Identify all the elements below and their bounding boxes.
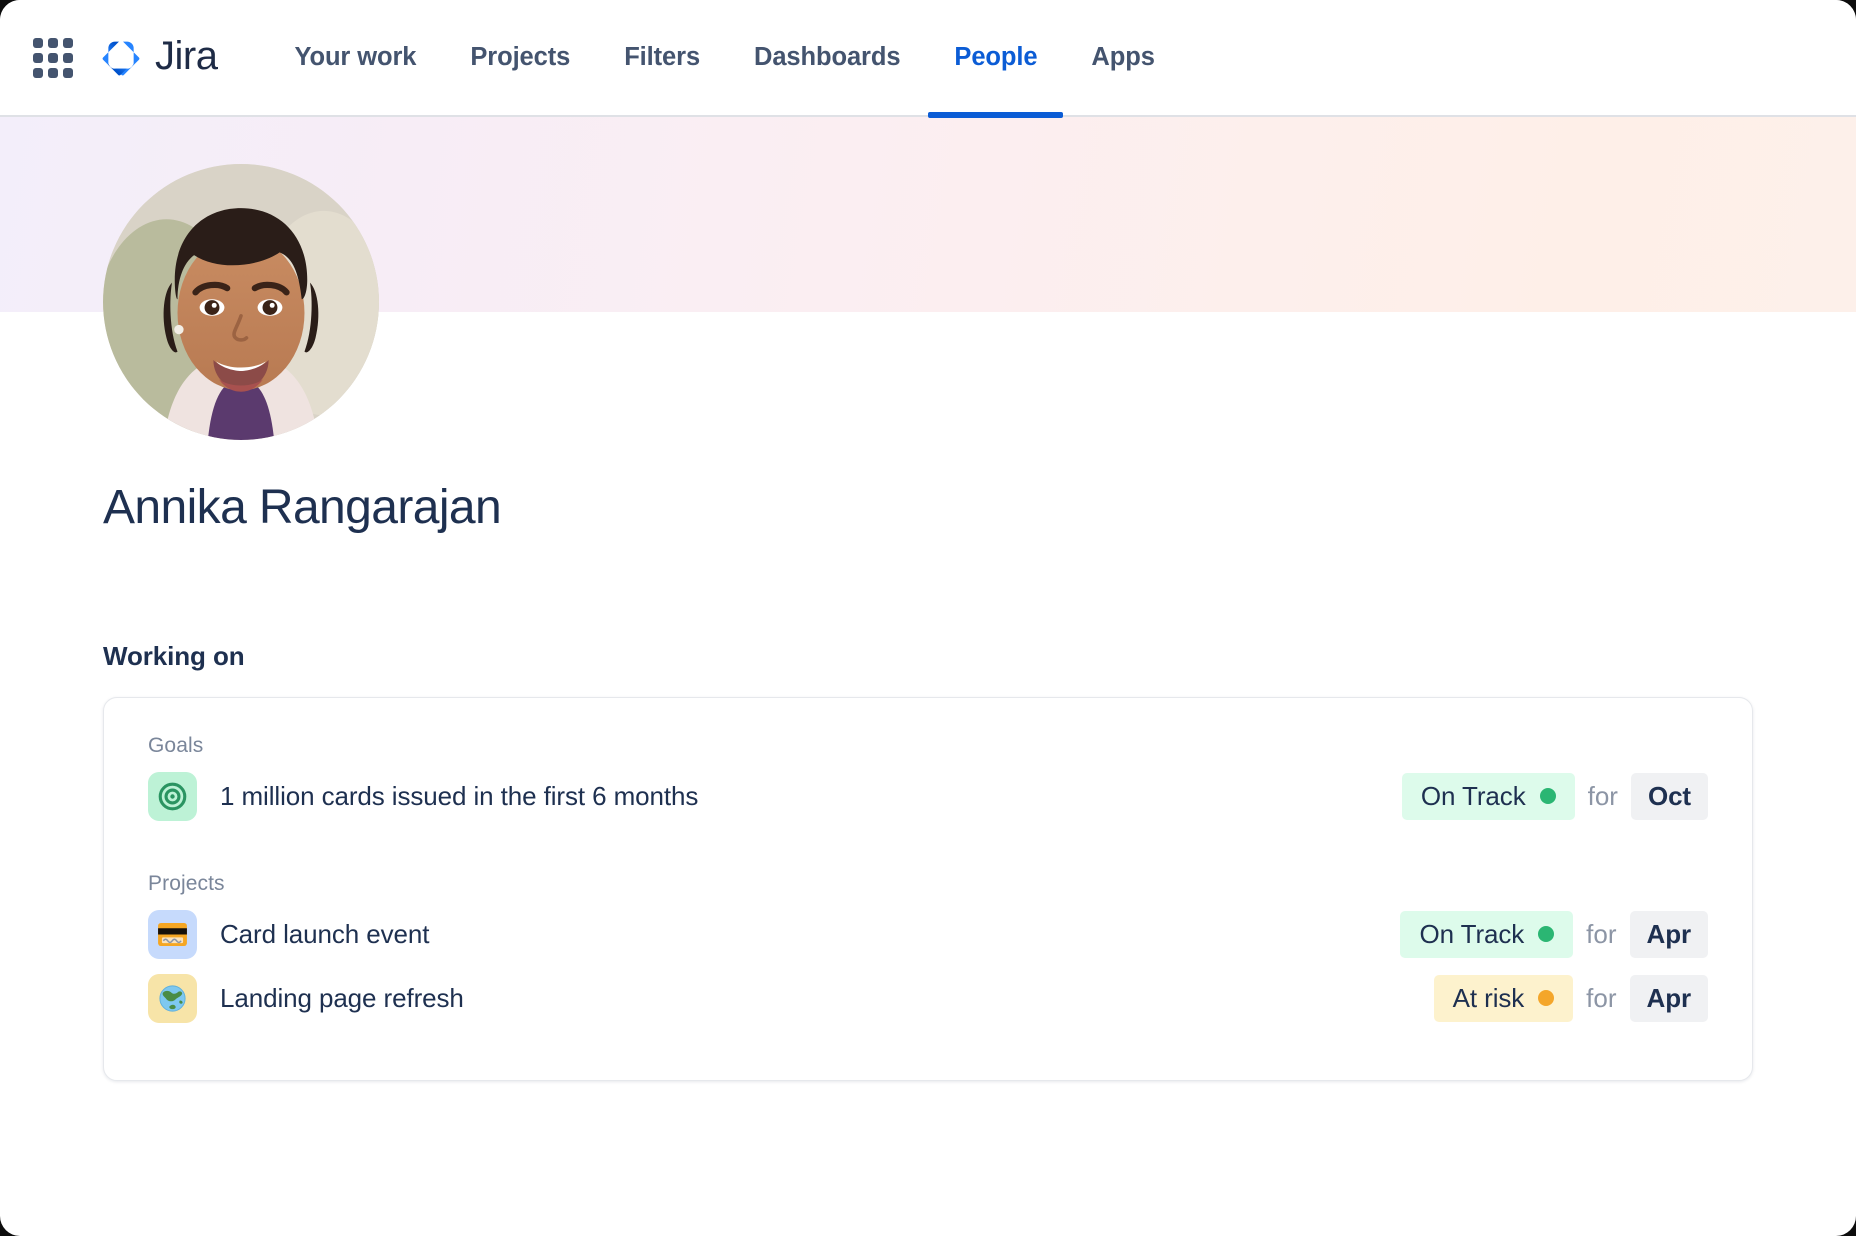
user-avatar-photo <box>103 164 379 440</box>
jira-brand-home-link[interactable]: Jira <box>98 35 217 81</box>
project-status-group: At risk for Apr <box>1434 975 1708 1022</box>
for-label: for <box>1585 781 1621 812</box>
status-badge-label: On Track <box>1421 781 1526 812</box>
nav-item-dashboards[interactable]: Dashboards <box>727 0 927 116</box>
due-month-chip[interactable]: Apr <box>1630 975 1708 1022</box>
due-month-chip[interactable]: Oct <box>1631 773 1708 820</box>
group-label-goals: Goals <box>148 734 1708 758</box>
status-badge[interactable]: At risk <box>1434 975 1574 1022</box>
avatar[interactable] <box>103 164 379 440</box>
globe-earth-icon <box>148 974 197 1023</box>
group-label-projects: Projects <box>148 872 1708 896</box>
jira-people-profile-page: Jira Your work Projects Filters Dashboar… <box>0 0 1856 1236</box>
status-badge-label: At risk <box>1453 983 1525 1014</box>
list-item[interactable]: Card launch event On Track for Apr <box>148 902 1708 966</box>
for-label: for <box>1583 983 1619 1014</box>
project-title: Landing page refresh <box>220 983 464 1014</box>
status-dot-icon <box>1538 926 1554 942</box>
nav-item-filters[interactable]: Filters <box>597 0 727 116</box>
grid-apps-icon[interactable] <box>30 35 76 81</box>
bullseye-target-icon <box>148 772 197 821</box>
primary-nav-links: Your work Projects Filters Dashboards Pe… <box>267 0 1181 116</box>
nav-item-projects[interactable]: Projects <box>443 0 597 116</box>
top-navigation-bar: Jira Your work Projects Filters Dashboar… <box>0 0 1856 117</box>
goal-title: 1 million cards issued in the first 6 mo… <box>220 781 698 812</box>
status-dot-icon <box>1538 990 1554 1006</box>
status-badge[interactable]: On Track <box>1400 911 1573 958</box>
project-title: Card launch event <box>220 919 429 950</box>
list-item[interactable]: 1 million cards issued in the first 6 mo… <box>148 764 1708 828</box>
status-badge[interactable]: On Track <box>1402 773 1575 820</box>
status-dot-icon <box>1540 788 1556 804</box>
goal-status-group: On Track for Oct <box>1402 773 1708 820</box>
jira-logo-icon <box>98 35 144 81</box>
nav-item-your-work[interactable]: Your work <box>267 0 443 116</box>
for-label: for <box>1583 919 1619 950</box>
jira-brand-name: Jira <box>155 36 217 79</box>
project-status-group: On Track for Apr <box>1400 911 1708 958</box>
working-on-card: Goals 1 million cards issued in the firs… <box>103 697 1753 1081</box>
nav-item-people[interactable]: People <box>927 0 1064 116</box>
due-month-chip[interactable]: Apr <box>1630 911 1708 958</box>
list-item[interactable]: Landing page refresh At risk for Apr <box>148 966 1708 1030</box>
status-badge-label: On Track <box>1419 919 1524 950</box>
working-on-heading: Working on <box>103 641 1856 672</box>
nav-item-apps[interactable]: Apps <box>1064 0 1181 116</box>
credit-card-icon <box>148 910 197 959</box>
profile-section: Annika Rangarajan Working on Goals 1 mil… <box>0 312 1856 1081</box>
